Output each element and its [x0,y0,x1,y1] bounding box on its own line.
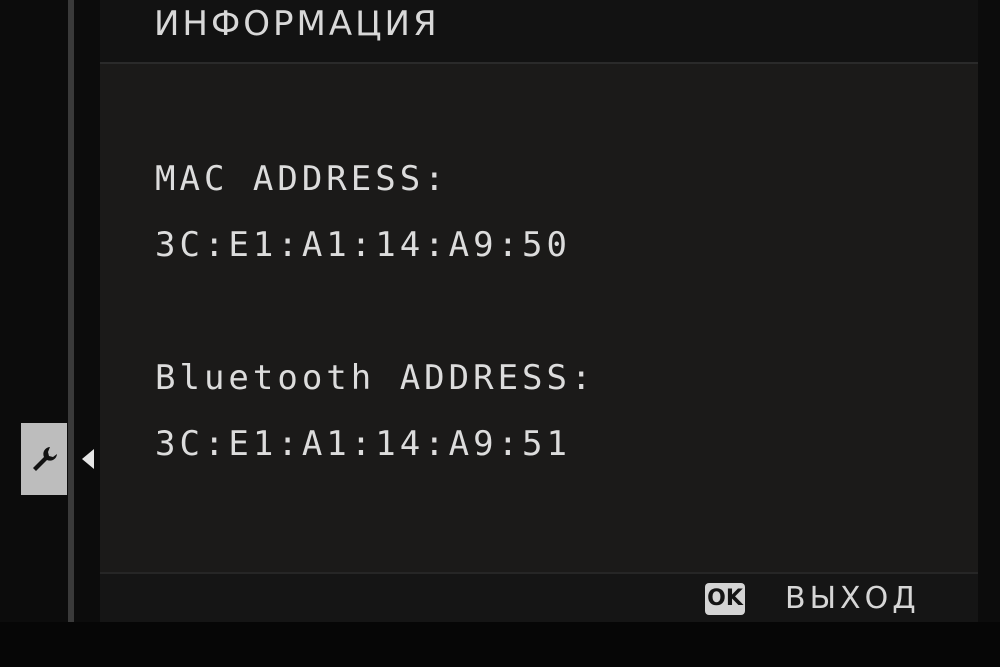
side-divider [68,0,74,622]
info-panel: ИНФОРМАЦИЯ MAC ADDRESS: 3C:E1:A1:14:A9:5… [100,0,978,624]
title-bar: ИНФОРМАЦИЯ [100,0,978,64]
exit-label: ВЫХОД [785,581,920,616]
mac-address-label: MAC ADDRESS: [155,159,449,199]
ok-button[interactable]: OK [705,583,745,615]
wrench-icon [33,447,57,471]
info-content: MAC ADDRESS: 3C:E1:A1:14:A9:50 Bluetooth… [100,64,978,572]
bluetooth-address-label: Bluetooth ADDRESS: [155,358,596,398]
page-title: ИНФОРМАЦИЯ [154,4,440,44]
footer-bar: OK ВЫХОД [100,572,978,624]
triangle-left-icon [82,449,94,469]
camera-menu-screen: ИНФОРМАЦИЯ MAC ADDRESS: 3C:E1:A1:14:A9:5… [0,0,1000,667]
bluetooth-address-value: 3C:E1:A1:14:A9:51 [155,424,571,464]
setup-tab[interactable] [21,423,67,495]
bottom-edge [0,622,1000,667]
mac-address-value: 3C:E1:A1:14:A9:50 [155,225,571,265]
